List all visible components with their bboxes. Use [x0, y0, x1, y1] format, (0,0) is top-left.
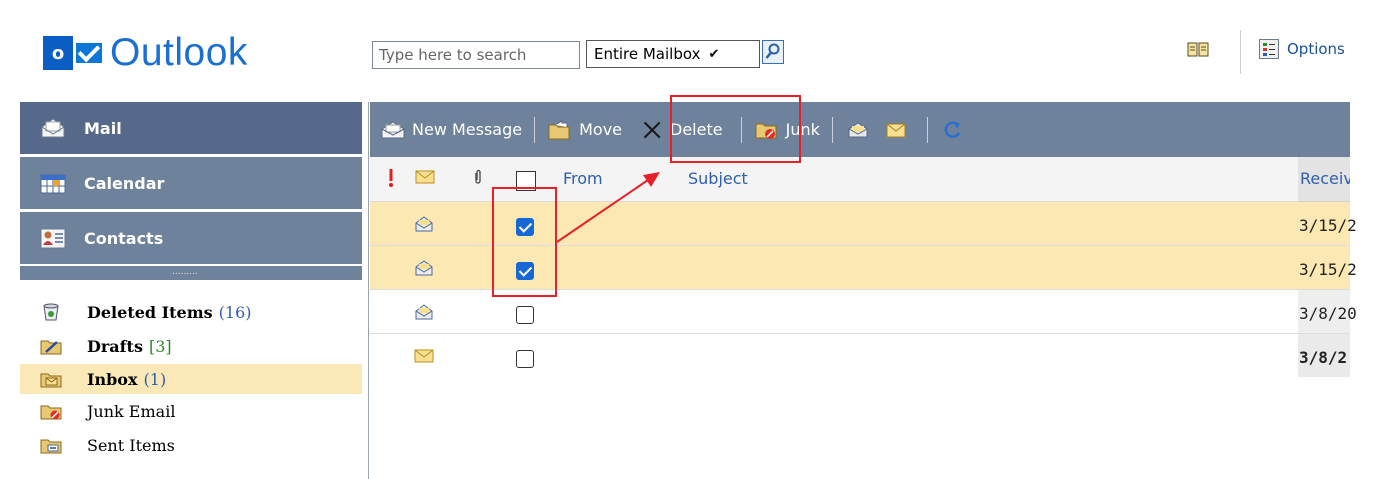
- pane-divider[interactable]: [368, 102, 369, 479]
- junk-icon: [40, 405, 62, 420]
- received-date: 3/8/2: [1299, 348, 1348, 367]
- nav-mail-label: Mail: [84, 118, 122, 138]
- header-divider: [1240, 30, 1241, 74]
- search-input[interactable]: [372, 41, 580, 69]
- envelope-closed-icon: [414, 349, 434, 363]
- new-message-icon: [381, 120, 405, 138]
- new-message-button[interactable]: New Message: [370, 102, 528, 157]
- options-label: Options: [1287, 40, 1345, 58]
- refresh-icon: [944, 120, 960, 138]
- move-label: Move: [579, 120, 623, 139]
- folder-name: Deleted Items: [87, 302, 213, 322]
- column-received-label: Received: [1300, 169, 1350, 188]
- row-checkbox[interactable]: [516, 350, 534, 368]
- drafts-icon: [40, 340, 62, 355]
- search-icon: [765, 43, 780, 59]
- folder-inbox[interactable]: Inbox (1): [20, 364, 362, 394]
- mark-read-button[interactable]: [839, 102, 883, 157]
- delete-x-icon: [643, 121, 661, 138]
- attachment-icon[interactable]: [473, 169, 483, 185]
- column-received[interactable]: Received: [1298, 157, 1350, 202]
- envelope-open-icon: [415, 304, 433, 320]
- folder-drafts[interactable]: Drafts [3]: [20, 331, 362, 361]
- chevron-down-icon: ✔: [708, 46, 720, 62]
- grip-dots: .........: [172, 267, 198, 277]
- nav-resize-grip[interactable]: .........: [20, 266, 362, 280]
- refresh-button[interactable]: [934, 102, 978, 157]
- row-checkbox[interactable]: [516, 306, 534, 324]
- read-status-icon[interactable]: [415, 169, 435, 185]
- toolbar-separator: [831, 116, 833, 143]
- toolbar-separator: [534, 116, 536, 143]
- search-scope-value: Entire Mailbox: [594, 45, 701, 63]
- sent-icon: [40, 439, 62, 454]
- nav-contacts[interactable]: Contacts: [20, 212, 362, 264]
- mark-unread-button[interactable]: [883, 102, 921, 157]
- folder-deleted-items[interactable]: Deleted Items (16): [20, 297, 362, 327]
- column-from[interactable]: From: [563, 169, 603, 188]
- inbox-icon: [40, 373, 62, 388]
- folder-sent-items[interactable]: Sent Items: [20, 430, 362, 460]
- calendar-icon: [40, 174, 66, 194]
- logo-letter: o: [43, 36, 73, 70]
- outlook-logo[interactable]: o Outlook: [43, 28, 248, 78]
- toolbar-separator: [926, 116, 928, 143]
- folder-name: Inbox: [87, 369, 138, 389]
- importance-icon[interactable]: [387, 168, 395, 188]
- envelope-open-icon: [415, 216, 433, 232]
- message-row[interactable]: 3/8/2: [370, 334, 1350, 378]
- received-date: 3/15/2: [1299, 260, 1357, 279]
- folder-count: [3]: [148, 336, 172, 356]
- column-subject[interactable]: Subject: [688, 169, 748, 188]
- contacts-icon: [40, 228, 66, 249]
- folder-count: (1): [143, 369, 167, 389]
- envelope-closed-icon: [886, 123, 906, 137]
- delete-highlight-box: [670, 95, 801, 163]
- received-date: 3/15/2: [1299, 216, 1357, 235]
- received-date: 3/8/20: [1299, 304, 1357, 323]
- folder-name: Drafts: [87, 336, 143, 356]
- trash-icon: [43, 303, 59, 321]
- options-button[interactable]: Options: [1259, 39, 1345, 59]
- nav-mail[interactable]: Mail: [20, 102, 362, 154]
- nav-contacts-label: Contacts: [84, 228, 164, 248]
- nav-calendar[interactable]: Calendar: [20, 157, 362, 209]
- address-book-icon[interactable]: [1187, 41, 1209, 59]
- nav-calendar-label: Calendar: [84, 173, 165, 193]
- checkbox-highlight-box: [492, 187, 557, 297]
- options-icon: [1259, 39, 1279, 59]
- message-toolbar: New Message Move Delete Junk: [370, 102, 1350, 157]
- folder-name: Junk Email: [87, 401, 176, 421]
- envelope-open-icon: [415, 260, 433, 276]
- envelope-open-icon: [848, 121, 868, 137]
- logo-text: Outlook: [110, 31, 248, 74]
- search-button[interactable]: [762, 40, 784, 64]
- search-scope-select[interactable]: Entire Mailbox ✔: [586, 40, 760, 68]
- folder-name: Sent Items: [87, 435, 175, 455]
- logo-envelope-icon: [76, 43, 102, 63]
- folder-junk-email[interactable]: Junk Email: [20, 396, 362, 426]
- folder-count: (16): [218, 302, 252, 322]
- move-icon: [548, 119, 570, 139]
- new-message-label: New Message: [412, 120, 523, 139]
- move-button[interactable]: Move: [541, 102, 628, 157]
- mail-icon: [41, 118, 65, 138]
